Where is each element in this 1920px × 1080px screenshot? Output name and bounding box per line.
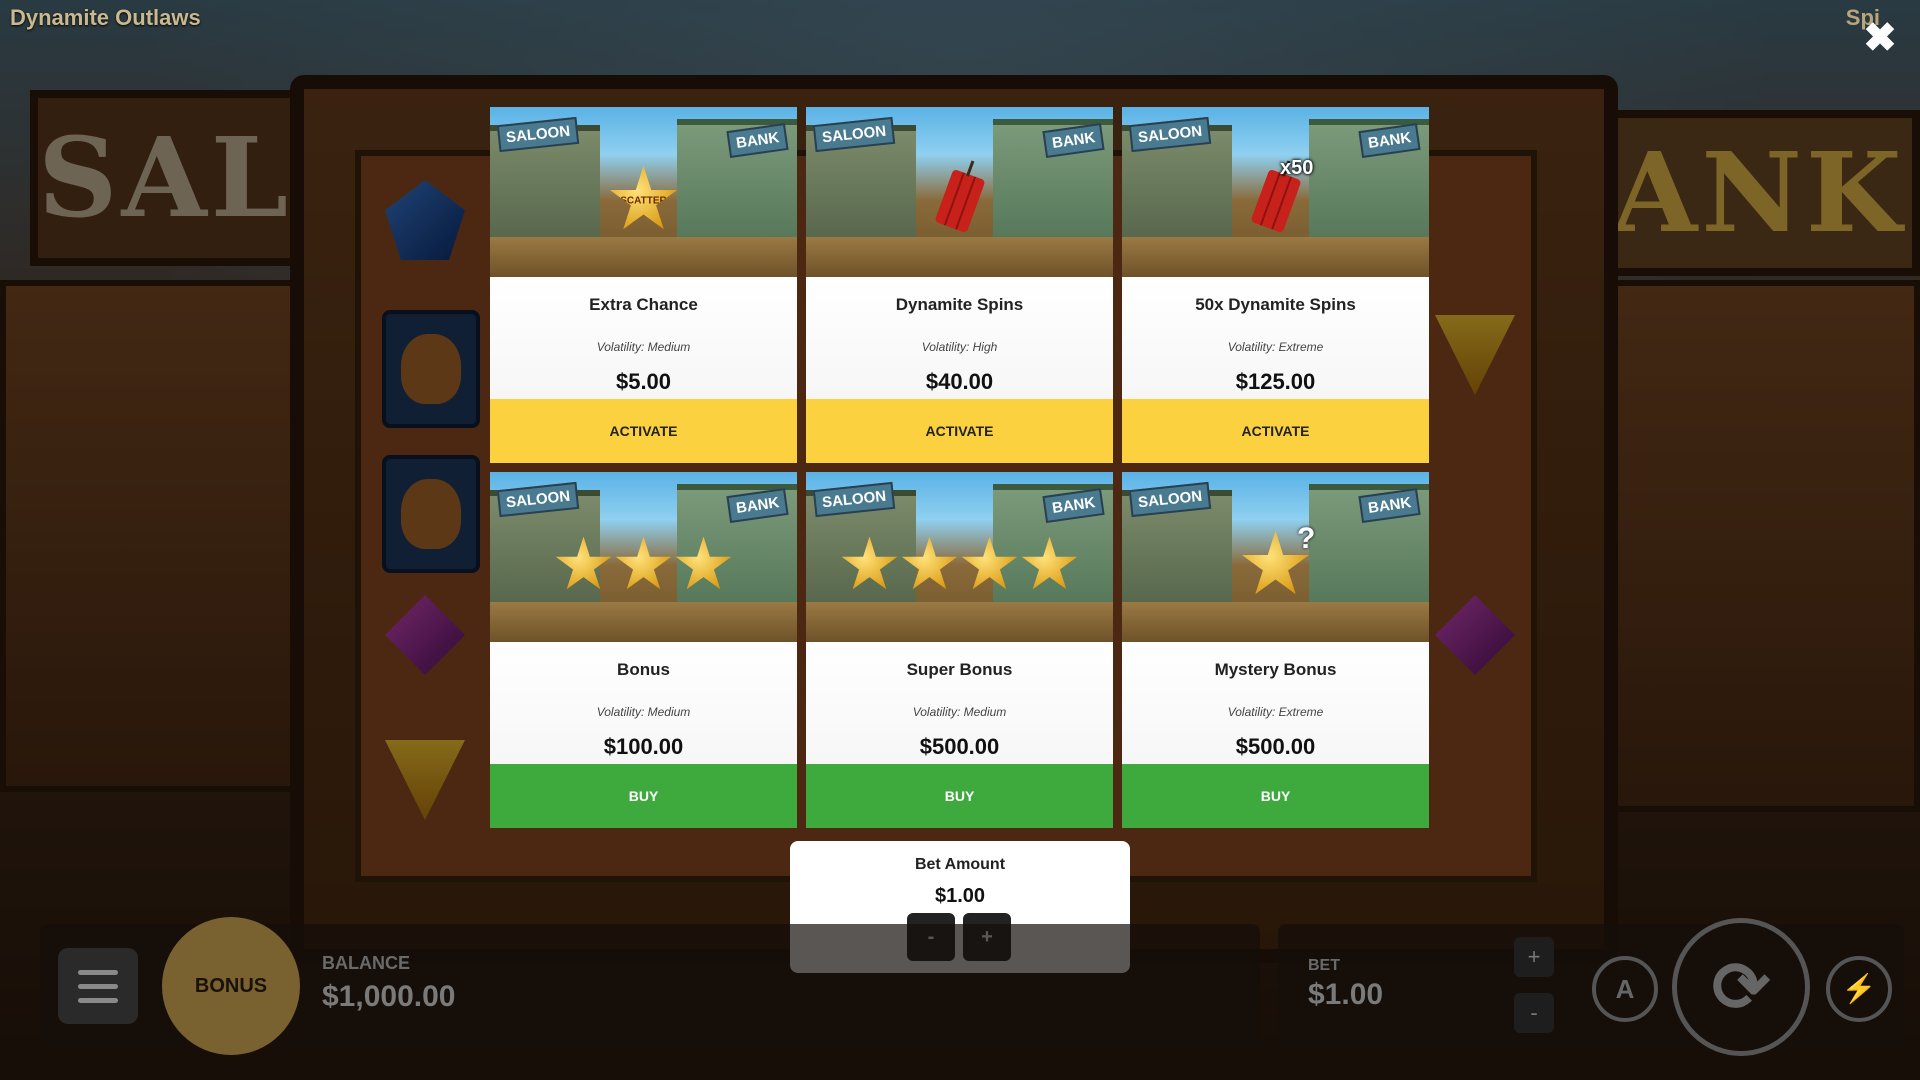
question-mark-icon: ?	[1297, 522, 1316, 555]
card-volatility: Volatility: Medium	[596, 340, 691, 354]
card-image: SALOON BANK ?	[1122, 472, 1429, 642]
close-icon[interactable]: ✖	[1862, 18, 1898, 58]
card-title: Super Bonus	[906, 660, 1013, 679]
buy-button[interactable]: BUY	[490, 764, 797, 828]
turbo-icon[interactable]: ⚡	[1826, 956, 1892, 1022]
card-price: $500.00	[919, 734, 1000, 759]
card-image: SALOON BANK	[490, 472, 797, 642]
bet-amount-title: Bet Amount	[914, 856, 1006, 873]
card-volatility: Volatility: Extreme	[1227, 340, 1324, 354]
feature-card-super-bonus: SALOON BANK Super Bonus Volatility: Medi…	[806, 472, 1113, 828]
bet-minus-button[interactable]: -	[1514, 993, 1554, 1033]
bet-value: $1.00	[1308, 978, 1384, 1011]
card-title: Extra Chance	[589, 295, 698, 314]
card-volatility: Volatility: Medium	[596, 705, 691, 719]
scatter-star-icon	[901, 536, 958, 590]
feature-card-dynamite-spins: SALOON BANK Dynamite Spins Volatility: H…	[806, 107, 1113, 463]
feature-card-bonus: SALOON BANK Bonus Volatility: Medium $10…	[490, 472, 797, 828]
card-price: $40.00	[925, 369, 994, 394]
card-title: Mystery Bonus	[1214, 660, 1337, 679]
buy-button[interactable]: BUY	[806, 764, 1113, 828]
card-title: Dynamite Spins	[895, 295, 1024, 314]
spin-icon[interactable]: ⟳	[1672, 918, 1810, 1056]
scatter-star-icon: SCATTER	[609, 165, 678, 230]
card-title: Bonus	[617, 660, 670, 679]
menu-button[interactable]	[58, 948, 138, 1024]
bet-amount-value: $1.00	[934, 885, 986, 907]
hamburger-icon	[78, 970, 118, 975]
feature-card-extra-chance: SALOON BANK SCATTER Extra Chance Volatil…	[490, 107, 797, 463]
activate-button[interactable]: ACTIVATE	[806, 399, 1113, 463]
scatter-star-icon	[961, 536, 1018, 590]
card-image: SALOON BANK	[806, 472, 1113, 642]
card-volatility: Volatility: High	[921, 340, 998, 354]
card-price: $100.00	[603, 734, 684, 759]
card-image: SALOON BANK SCATTER	[490, 107, 797, 277]
activate-button[interactable]: ACTIVATE	[490, 399, 797, 463]
card-volatility: Volatility: Medium	[912, 705, 1007, 719]
card-title: 50x Dynamite Spins	[1195, 295, 1356, 314]
buy-button[interactable]: BUY	[1122, 764, 1429, 828]
card-price: $500.00	[1235, 734, 1316, 759]
autoplay-icon[interactable]: A	[1592, 956, 1658, 1022]
balance-label: BALANCE	[322, 953, 410, 973]
scatter-star-icon	[675, 536, 732, 590]
activate-button[interactable]: ACTIVATE	[1122, 399, 1429, 463]
scatter-star-icon	[555, 536, 612, 590]
card-price: $125.00	[1235, 369, 1316, 394]
feature-card-mystery-bonus: SALOON BANK ? Mystery Bonus Volatility: …	[1122, 472, 1429, 828]
card-image: SALOON BANK	[806, 107, 1113, 277]
scatter-star-icon	[1021, 536, 1078, 590]
multiplier-label: x50	[1280, 157, 1314, 179]
card-price: $5.00	[615, 369, 672, 394]
scatter-star-icon	[841, 536, 898, 590]
feature-card-50x-dynamite-spins: SALOON BANK x50 50x Dynamite Spins Volat…	[1122, 107, 1429, 463]
bonus-button[interactable]: BONUS	[162, 917, 300, 1055]
card-volatility: Volatility: Extreme	[1227, 705, 1324, 719]
bet-label: BET	[1308, 957, 1340, 974]
bonus-buy-grid: SALOON BANK SCATTER Extra Chance Volatil…	[490, 107, 1429, 828]
card-image: SALOON BANK x50	[1122, 107, 1429, 277]
scatter-star-icon	[615, 536, 672, 590]
game-title: Dynamite Outlaws	[10, 5, 201, 30]
dynamite-icon	[933, 168, 986, 233]
bet-plus-button[interactable]: +	[1514, 937, 1554, 977]
balance-value: $1,000.00	[322, 980, 456, 1013]
